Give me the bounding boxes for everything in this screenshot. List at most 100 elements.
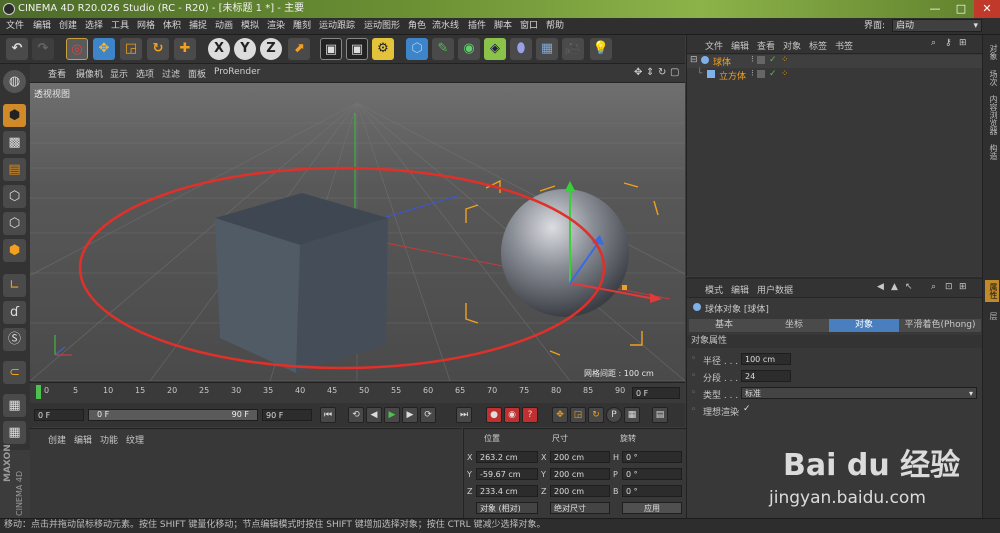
pointer-icon[interactable]: ↖ [905, 282, 913, 292]
lock-icon[interactable]: ⊡ [945, 282, 953, 292]
side-tab-content-browser[interactable]: 内容浏览器 [985, 93, 999, 137]
side-tab-objects[interactable]: 对象 [985, 41, 999, 63]
scale-tool-icon[interactable]: ◲ [120, 38, 142, 60]
menu-snap[interactable]: 捕捉 [189, 18, 207, 34]
record-keys-icon[interactable]: ● [486, 407, 502, 423]
search-icon[interactable]: ⌕ [931, 38, 936, 48]
render-settings-icon[interactable]: ⚙ [372, 38, 394, 60]
object-row-cube[interactable]: └ 立方体 ⁝ ✓ ⁘ [687, 69, 983, 82]
minimize-button[interactable]: — [922, 0, 948, 18]
apply-button[interactable]: 应用 [622, 502, 682, 514]
attr-menu-userdata[interactable]: 用户数据 [757, 283, 793, 296]
auto-keying-icon[interactable]: ◉ [504, 407, 520, 423]
viewport-menu-options[interactable]: 选项 [136, 67, 154, 80]
move-tool-icon[interactable]: ✥ [93, 38, 115, 60]
tweak-mode-icon[interactable]: ɗ [3, 301, 26, 324]
coord-rot-h-field[interactable]: 0 ° [622, 451, 682, 463]
object-row-sphere[interactable]: ⊟ 球体 ⁝ ✓ ⁘ [687, 55, 983, 68]
coord-size-mode-select[interactable]: 绝对尺寸 [550, 502, 610, 514]
array-generator-icon[interactable]: ◈ [484, 38, 506, 60]
timeline-ruler[interactable]: 0 5 10 15 20 25 30 35 40 45 50 55 60 65 … [30, 382, 685, 403]
attr-tab-coordinates[interactable]: 坐标 [759, 319, 829, 332]
material-manager[interactable]: 创建 编辑 功能 纹理 [30, 428, 462, 519]
key-icon[interactable]: ⚷ [945, 38, 952, 48]
deformer-icon[interactable]: ⬮ [510, 38, 532, 60]
viewport-rotate-icon[interactable]: ↻ [658, 67, 666, 78]
menu-render[interactable]: 渲染 [267, 18, 285, 34]
end-frame-field[interactable]: 90 F [262, 409, 312, 421]
material-menu-texture[interactable]: 纹理 [126, 433, 144, 446]
material-menu-edit[interactable]: 编辑 [74, 433, 92, 446]
menu-script[interactable]: 脚本 [494, 18, 512, 34]
object-visibility-dots[interactable]: ⁝ [751, 69, 754, 79]
viewport-menu-prorender[interactable]: ProRender [214, 67, 260, 77]
grid-lock-icon[interactable]: ▦ [3, 421, 26, 444]
close-button[interactable]: ✕ [974, 0, 1000, 18]
key-point-level-icon[interactable]: ▦ [624, 407, 640, 423]
key-position-icon[interactable]: ✥ [552, 407, 568, 423]
object-menu-tags[interactable]: 标签 [809, 39, 827, 52]
coord-pos-z-field[interactable]: 233.4 cm [476, 485, 538, 497]
live-selection-icon[interactable]: ◎ [66, 38, 88, 60]
camera-icon[interactable]: 🎥 [562, 38, 584, 60]
key-rotation-icon[interactable]: ↻ [588, 407, 604, 423]
y-axis-lock-button[interactable]: Y [234, 38, 256, 60]
key-parameter-icon[interactable]: P [606, 407, 622, 423]
render-to-picture-viewer-icon[interactable]: ▣ [346, 38, 368, 60]
previous-key-icon[interactable]: ⟲ [348, 407, 364, 423]
solo-mode-icon[interactable]: Ⓢ [3, 328, 26, 351]
undo-icon[interactable]: ↶ [6, 38, 28, 60]
attr-menu-edit[interactable]: 编辑 [731, 283, 749, 296]
workplane-mode-icon[interactable]: ▤ [3, 158, 26, 181]
go-to-end-icon[interactable]: ⏭ [456, 407, 472, 423]
attr-ideal-render-checkbox[interactable]: ✓ [743, 404, 751, 414]
coord-size-z-field[interactable]: 200 cm [550, 485, 610, 497]
enabled-check-icon[interactable]: ✓ [769, 69, 777, 79]
floor-scene-icon[interactable]: ▦ [536, 38, 558, 60]
menu-create[interactable]: 创建 [59, 18, 77, 34]
axis-mode-icon[interactable]: ∟ [3, 274, 26, 297]
coord-size-x-field[interactable]: 200 cm [550, 451, 610, 463]
object-name-sphere[interactable]: 球体 [713, 55, 731, 68]
attr-menu-mode[interactable]: 模式 [705, 283, 723, 296]
object-menu-edit[interactable]: 编辑 [731, 39, 749, 52]
viewport-zoom-icon[interactable]: ⇕ [646, 67, 654, 78]
new-window-icon[interactable]: ⊞ [959, 38, 967, 48]
object-menu-view[interactable]: 查看 [757, 39, 775, 52]
object-menu-bookmarks[interactable]: 书签 [835, 39, 853, 52]
material-menu-function[interactable]: 功能 [100, 433, 118, 446]
radio-icon[interactable]: ◦ [691, 354, 696, 364]
coord-rot-p-field[interactable]: 0 ° [622, 468, 682, 480]
cube-primitive-icon[interactable]: ⬡ [406, 38, 428, 60]
z-axis-lock-button[interactable]: Z [260, 38, 282, 60]
viewport-move-icon[interactable]: ✥ [634, 67, 642, 78]
spline-pen-icon[interactable]: ✎ [432, 38, 454, 60]
up-arrow-icon[interactable]: ▲ [891, 282, 898, 292]
current-frame-field[interactable]: 0 F [632, 387, 680, 399]
side-tab-layers[interactable]: 层 [985, 307, 999, 325]
snap-magnet-icon[interactable]: ⊂ [3, 361, 26, 384]
next-frame-icon[interactable]: ▶ [402, 407, 418, 423]
animation-layout-icon[interactable]: ▤ [652, 407, 668, 423]
render-view-icon[interactable]: ▣ [320, 38, 342, 60]
radio-icon[interactable]: ◦ [691, 371, 696, 381]
attr-segments-field[interactable]: 24 [741, 370, 791, 382]
object-visibility-dots[interactable]: ⁝ [751, 55, 754, 65]
coord-mode-select[interactable]: 对象 (相对) [476, 502, 538, 514]
layer-swatch[interactable] [757, 56, 765, 64]
menu-plugins[interactable]: 插件 [468, 18, 486, 34]
layer-swatch[interactable] [757, 70, 765, 78]
new-window-icon[interactable]: ⊞ [959, 282, 967, 292]
menu-pipeline[interactable]: 流水线 [432, 18, 459, 34]
coord-size-y-field[interactable]: 200 cm [550, 468, 610, 480]
x-axis-lock-button[interactable]: X [208, 38, 230, 60]
side-tab-attributes[interactable]: 属性 [985, 280, 999, 302]
subdivision-surface-icon[interactable]: ◉ [458, 38, 480, 60]
viewport-menu-panel[interactable]: 面板 [188, 67, 206, 80]
viewport-toggle-icon[interactable]: ▢ [670, 67, 679, 78]
viewport-menu-display[interactable]: 显示 [110, 67, 128, 80]
menu-window[interactable]: 窗口 [520, 18, 538, 34]
light-bulb-icon[interactable]: 💡 [590, 38, 612, 60]
attr-type-select[interactable]: 标准 ▾ [741, 387, 977, 399]
menu-file[interactable]: 文件 [6, 18, 24, 34]
